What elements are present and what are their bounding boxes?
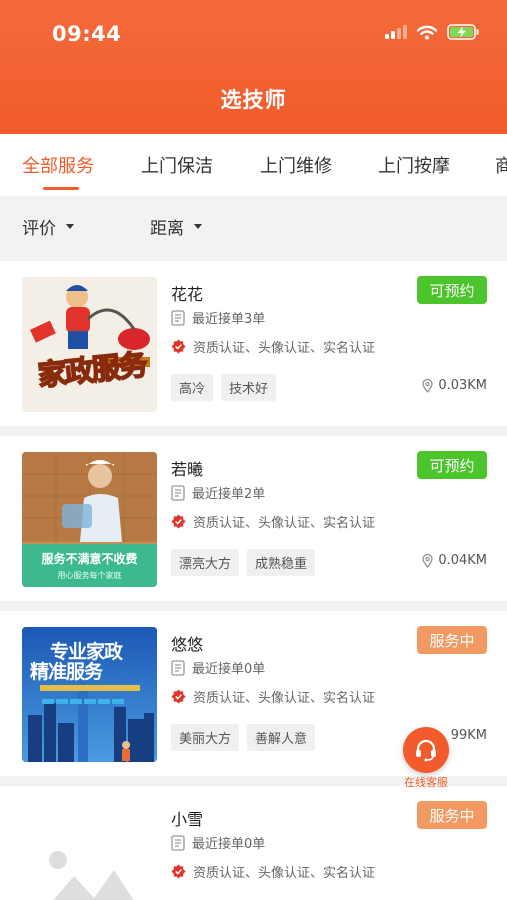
location-pin-icon [422,378,433,393]
tab-home-repair[interactable]: 上门维修 [260,152,332,178]
certifications: 资质认证、头像认证、实名认证 [171,512,375,531]
technician-name: 小雪 [171,810,204,829]
status-time: 09:44 [52,22,122,46]
tag-list: 高冷 技术好 [171,374,277,401]
technician-photo: 家政服务 [22,277,157,412]
photo-banner-title: 服务不满意不收费 [41,552,138,566]
online-service-label: 在线客服 [404,776,448,789]
filter-bar: 评价 距离 [0,198,507,252]
certifications-text: 资质认证、头像认证、实名认证 [193,866,376,881]
recent-orders: 最近接单0单 [171,833,265,852]
location-pin-icon [422,553,433,568]
online-service-button[interactable]: 在线客服 [400,727,452,790]
verified-badge-icon [171,339,186,354]
recent-orders: 最近接单2单 [171,483,265,502]
verified-badge-icon [171,864,186,879]
header: 09:44 选技师 [0,0,507,134]
verified-badge-icon [171,514,186,529]
tag: 漂亮大方 [171,549,240,576]
tag: 成熟稳重 [247,549,316,576]
technician-photo: 专业家政 精准服务 [22,627,157,762]
recent-orders-text: 最近接单3单 [192,312,266,327]
recent-orders-text: 最近接单0单 [192,837,266,852]
technician-photo-placeholder [22,802,157,900]
technician-name: 若曦 [171,460,204,479]
certifications: 资质认证、头像认证、实名认证 [171,862,375,881]
distance: 0.03KM [422,378,487,393]
tab-active-indicator [43,187,79,190]
recent-orders: 最近接单0单 [171,658,265,677]
filter-rating[interactable]: 评价 [22,214,74,239]
recent-orders: 最近接单3单 [171,308,265,327]
certifications: 资质认证、头像认证、实名认证 [171,687,375,706]
distance: 99KM [451,728,487,743]
status-badge[interactable]: 可预约 [417,451,487,479]
status-badge[interactable]: 服务中 [417,801,487,829]
technician-name: 花花 [171,285,204,304]
headset-icon [416,739,436,762]
verified-badge-icon [171,689,186,704]
certifications-text: 资质认证、头像认证、实名认证 [193,516,376,531]
certifications-text: 资质认证、头像认证、实名认证 [193,691,376,706]
page-title: 选技师 [220,88,287,112]
document-icon [171,659,185,676]
technician-name: 悠悠 [171,635,204,654]
signal-icon [385,25,407,39]
recent-orders-text: 最近接单2单 [192,487,266,502]
technician-card[interactable]: 小雪 服务中 最近接单0单 资质认证、头像认证、实名认证 [0,786,507,900]
caret-down-icon [66,224,74,229]
tab-all-services[interactable]: 全部服务 [22,152,94,178]
distance-text: 0.04KM [438,553,487,568]
filter-rating-label: 评价 [22,219,56,239]
tab-home-massage[interactable]: 上门按摩 [378,152,450,178]
caret-down-icon [194,224,202,229]
tag: 高冷 [171,374,214,401]
distance-text: 0.03KM [438,378,487,393]
technician-card[interactable]: 家政服务 花花 可预约 最近接单3单 资质认证、头像认证、实名认证 高冷 技术好… [0,261,507,426]
status-icons [385,24,479,40]
battery-charging-icon [447,24,479,40]
distance-text: 99KM [450,728,487,743]
photo-title-bottom: 精准服务 [30,661,103,683]
tag: 善解人意 [247,724,316,751]
tag: 技术好 [221,374,277,401]
tab-more[interactable]: 商 [495,152,507,178]
tag-list: 美丽大方 善解人意 [171,724,316,751]
wifi-icon [417,25,437,40]
status-badge[interactable]: 服务中 [417,626,487,654]
tab-home-cleaning[interactable]: 上门保洁 [141,152,213,178]
filter-distance-label: 距离 [150,219,184,239]
certifications: 资质认证、头像认证、实名认证 [171,337,375,356]
tag-list: 漂亮大方 成熟稳重 [171,549,316,576]
float-circle [403,727,449,773]
status-badge[interactable]: 可预约 [417,276,487,304]
tag: 美丽大方 [171,724,240,751]
service-tabs: 全部服务 上门保洁 上门维修 上门按摩 商 [0,134,507,196]
distance: 0.04KM [422,553,487,568]
photo-banner-subtitle: 用心服务每个家庭 [57,571,122,580]
document-icon [171,484,185,501]
document-icon [171,834,185,851]
photo-banner: 服务不满意不收费 用心服务每个家庭 [22,544,157,587]
filter-distance[interactable]: 距离 [150,214,202,239]
document-icon [171,309,185,326]
recent-orders-text: 最近接单0单 [192,662,266,677]
certifications-text: 资质认证、头像认证、实名认证 [193,341,376,356]
technician-photo: 服务不满意不收费 用心服务每个家庭 [22,452,157,587]
technician-card[interactable]: 服务不满意不收费 用心服务每个家庭 若曦 可预约 最近接单2单 资质认证、头像认… [0,436,507,601]
